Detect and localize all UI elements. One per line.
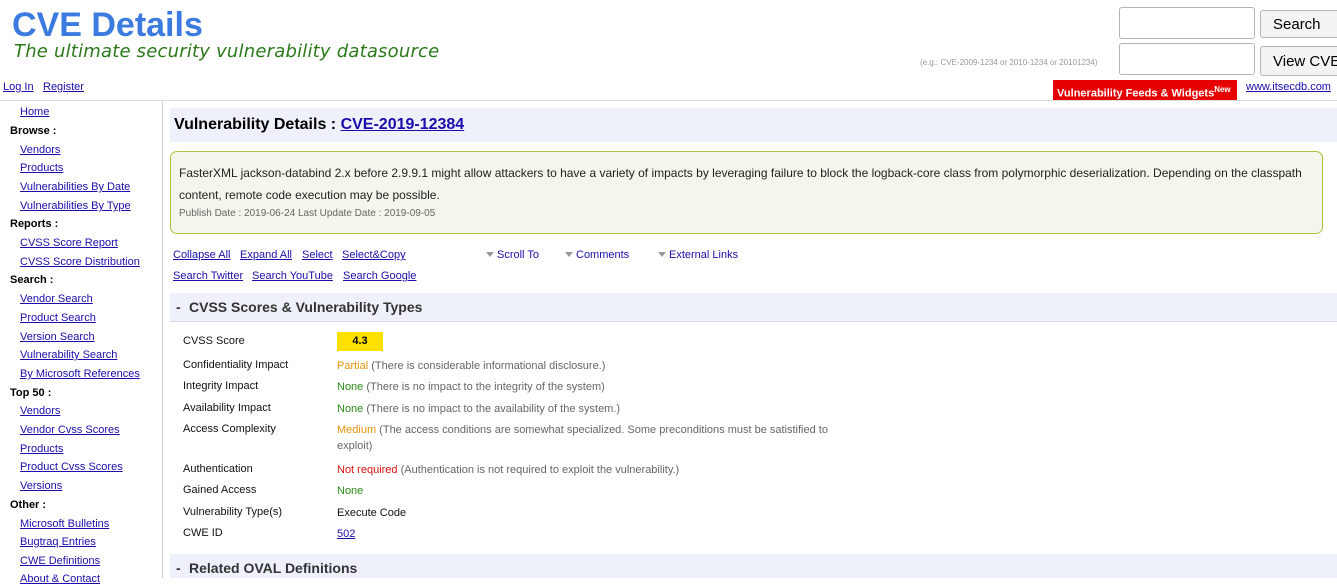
- integrity-impact-label: Integrity Impact: [183, 380, 259, 392]
- scroll-to-label: Scroll To: [497, 249, 539, 261]
- sidebar-item-vendor-search[interactable]: Vendor Search: [20, 293, 93, 305]
- page-title-prefix: Vulnerability Details :: [174, 116, 341, 133]
- select-link[interactable]: Select: [302, 249, 333, 261]
- triangle-down-icon: [658, 251, 666, 257]
- scroll-to-menu[interactable]: Scroll To: [486, 249, 539, 261]
- impact-description: (Authentication is not required to explo…: [397, 464, 680, 476]
- cvss-section-title: CVSS Scores & Vulnerability Types: [189, 299, 423, 315]
- itsecdb-link[interactable]: www.itsecdb.com: [1246, 81, 1331, 93]
- impact-level: Partial: [337, 360, 369, 372]
- vulnerability-summary: FasterXML jackson-databind 2.x before 2.…: [179, 166, 1302, 202]
- oval-section-toggle[interactable]: -: [176, 560, 181, 576]
- impact-level: None: [337, 403, 364, 415]
- access-complexity-label: Access Complexity: [183, 423, 276, 435]
- sidebar-item-about-contact[interactable]: About & Contact: [20, 573, 100, 585]
- authentication-label: Authentication: [183, 463, 253, 475]
- sidebar-item-versions[interactable]: Versions: [20, 480, 62, 492]
- vulnerability-feeds-banner[interactable]: Vulnerability Feeds & WidgetsNew: [1053, 80, 1237, 101]
- page-title: Vulnerability Details : CVE-2019-12384: [174, 116, 464, 134]
- cvss-score-label: CVSS Score: [183, 335, 245, 347]
- sidebar-item-cvss-score-report[interactable]: CVSS Score Report: [20, 237, 118, 249]
- sidebar-heading-other: Other :: [10, 499, 47, 511]
- site-tagline: The ultimate security vulnerability data…: [14, 41, 440, 62]
- impact-level: None: [337, 381, 364, 393]
- header-divider: [0, 100, 1337, 101]
- sidebar-item-version-search[interactable]: Version Search: [20, 331, 95, 343]
- impact-description: (There is no impact to the availability …: [363, 403, 621, 415]
- impact-description: (The access conditions are somewhat spec…: [337, 424, 828, 452]
- sidebar-item-bugtraq-entries[interactable]: Bugtraq Entries: [20, 536, 96, 548]
- cve-example-hint: (e.g.: CVE-2009-1234 or 2010-1234 or 201…: [920, 58, 1098, 67]
- sidebar-heading-browse: Browse :: [10, 125, 57, 137]
- search-input[interactable]: [1119, 7, 1255, 39]
- sidebar-item-vendors[interactable]: Vendors: [20, 144, 60, 156]
- authentication-value: Not required (Authentication is not requ…: [337, 462, 837, 478]
- cvss-score-badge: 4.3: [337, 332, 383, 351]
- external-links-label: External Links: [669, 249, 739, 261]
- sidebar-item-vulnerability-search[interactable]: Vulnerability Search: [20, 349, 117, 361]
- sidebar-item-vulns-by-type[interactable]: Vulnerabilities By Type: [20, 200, 131, 212]
- external-links-menu[interactable]: External Links: [658, 249, 738, 261]
- impact-level: Not required: [337, 464, 398, 476]
- search-button[interactable]: Search: [1260, 10, 1337, 38]
- sidebar-item-cvss-score-distribution[interactable]: CVSS Score Distribution: [20, 256, 140, 268]
- vulnerability-type-label: Vulnerability Type(s): [183, 506, 283, 518]
- search-google-link[interactable]: Search Google: [343, 270, 416, 282]
- integrity-impact-value: None (There is no impact to the integrit…: [337, 379, 837, 395]
- expand-all-link[interactable]: Expand All: [240, 249, 292, 261]
- cwe-id-label: CWE ID: [183, 527, 223, 539]
- access-complexity-value: Medium (The access conditions are somewh…: [337, 422, 832, 454]
- availability-impact-label: Availability Impact: [183, 402, 271, 414]
- sidebar-item-microsoft-bulletins[interactable]: Microsoft Bulletins: [20, 518, 109, 530]
- availability-impact-value: None (There is no impact to the availabi…: [337, 401, 837, 417]
- impact-level: None: [337, 485, 364, 497]
- impact-description: (There is no impact to the integrity of …: [363, 381, 605, 393]
- publish-dates: Publish Date : 2019-06-24 Last Update Da…: [179, 208, 436, 219]
- site-logo-title[interactable]: CVE Details: [12, 8, 203, 42]
- sidebar-item-vulns-by-date[interactable]: Vulnerabilities By Date: [20, 181, 130, 193]
- sidebar-item-cwe-definitions[interactable]: CWE Definitions: [20, 555, 100, 567]
- view-cve-button[interactable]: View CVE: [1260, 46, 1337, 76]
- confidentiality-impact-label: Confidentiality Impact: [183, 359, 289, 371]
- sidebar-item-product-cvss-scores[interactable]: Product Cvss Scores: [20, 461, 123, 473]
- triangle-down-icon: [565, 251, 573, 257]
- sidebar-item-products[interactable]: Products: [20, 162, 63, 174]
- sidebar-heading-search: Search :: [10, 274, 54, 286]
- confidentiality-impact-value: Partial (There is considerable informati…: [337, 358, 837, 374]
- comments-menu[interactable]: Comments: [565, 249, 629, 261]
- collapse-all-link[interactable]: Collapse All: [173, 249, 230, 261]
- gained-access-value: None: [337, 483, 837, 499]
- vulnerability-type-value: Execute Code: [337, 507, 407, 519]
- gained-access-label: Gained Access: [183, 484, 257, 496]
- register-link[interactable]: Register: [43, 81, 84, 93]
- triangle-down-icon: [486, 251, 494, 257]
- new-badge: New: [1214, 85, 1231, 94]
- select-copy-link[interactable]: Select&Copy: [342, 249, 406, 261]
- oval-section-title: Related OVAL Definitions: [189, 560, 358, 576]
- cve-id-input[interactable]: [1119, 43, 1255, 75]
- impact-level: Medium: [337, 424, 377, 436]
- sidebar-heading-top50: Top 50 :: [10, 387, 52, 399]
- sidebar-item-microsoft-references[interactable]: By Microsoft References: [20, 368, 140, 380]
- impact-description: (There is considerable informational dis…: [368, 360, 606, 372]
- cve-id-link[interactable]: CVE-2019-12384: [341, 116, 465, 133]
- feeds-banner-label: Vulnerability Feeds & Widgets: [1057, 87, 1215, 100]
- cvss-section-toggle[interactable]: -: [176, 299, 181, 315]
- search-twitter-link[interactable]: Search Twitter: [173, 270, 243, 282]
- cwe-id-link[interactable]: 502: [337, 526, 355, 542]
- search-youtube-link[interactable]: Search YouTube: [252, 270, 333, 282]
- sidebar-item-home[interactable]: Home: [20, 106, 49, 118]
- section-divider: [170, 321, 1337, 322]
- sidebar-item-product-search[interactable]: Product Search: [20, 312, 96, 324]
- sidebar-item-vendor-cvss-scores[interactable]: Vendor Cvss Scores: [20, 424, 120, 436]
- sidebar-item-top-products[interactable]: Products: [20, 443, 63, 455]
- login-link[interactable]: Log In: [3, 81, 34, 93]
- sidebar-item-top-vendors[interactable]: Vendors: [20, 405, 60, 417]
- sidebar-heading-reports: Reports :: [10, 218, 59, 230]
- comments-label: Comments: [576, 249, 630, 261]
